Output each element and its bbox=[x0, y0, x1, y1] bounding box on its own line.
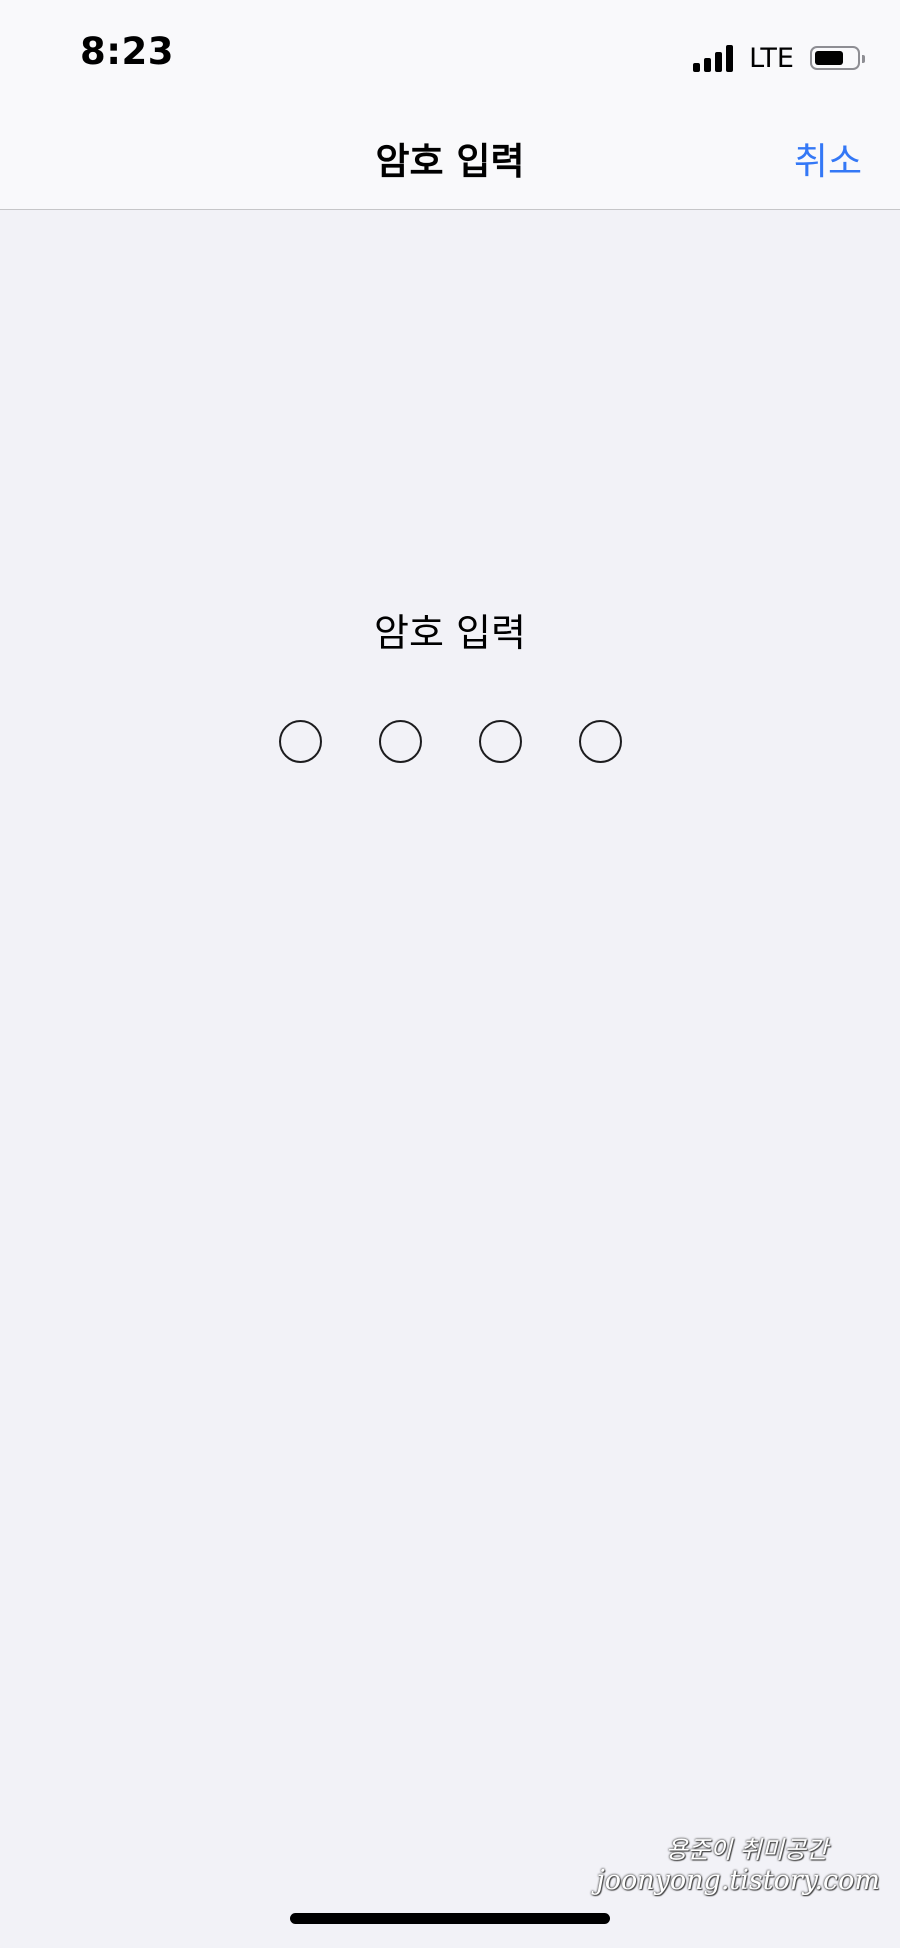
status-icons: LTE bbox=[693, 40, 865, 76]
navigation-bar: 암호 입력 취소 bbox=[0, 105, 900, 210]
status-bar: 8:23 LTE bbox=[0, 0, 900, 105]
status-time: 8:23 bbox=[80, 30, 175, 73]
battery-icon bbox=[810, 46, 865, 70]
passcode-dot-3 bbox=[479, 720, 522, 763]
passcode-dot-1 bbox=[279, 720, 322, 763]
passcode-dots bbox=[279, 720, 622, 763]
signal-bars-icon bbox=[693, 44, 734, 72]
watermark-line-1: 용준이 취미공간 bbox=[665, 1836, 828, 1864]
passcode-prompt: 암호 입력 bbox=[374, 611, 526, 655]
watermark-line-2: joonyong.tistory.com bbox=[596, 1865, 880, 1896]
home-indicator[interactable] bbox=[290, 1913, 610, 1924]
nav-title: 암호 입력 bbox=[375, 140, 525, 183]
passcode-dot-4 bbox=[579, 720, 622, 763]
passcode-dot-2 bbox=[379, 720, 422, 763]
watermark: 용준이 취미공간 joonyong.tistory.com bbox=[596, 1830, 880, 1896]
network-type: LTE bbox=[749, 42, 794, 74]
cancel-button[interactable]: 취소 bbox=[794, 131, 862, 185]
